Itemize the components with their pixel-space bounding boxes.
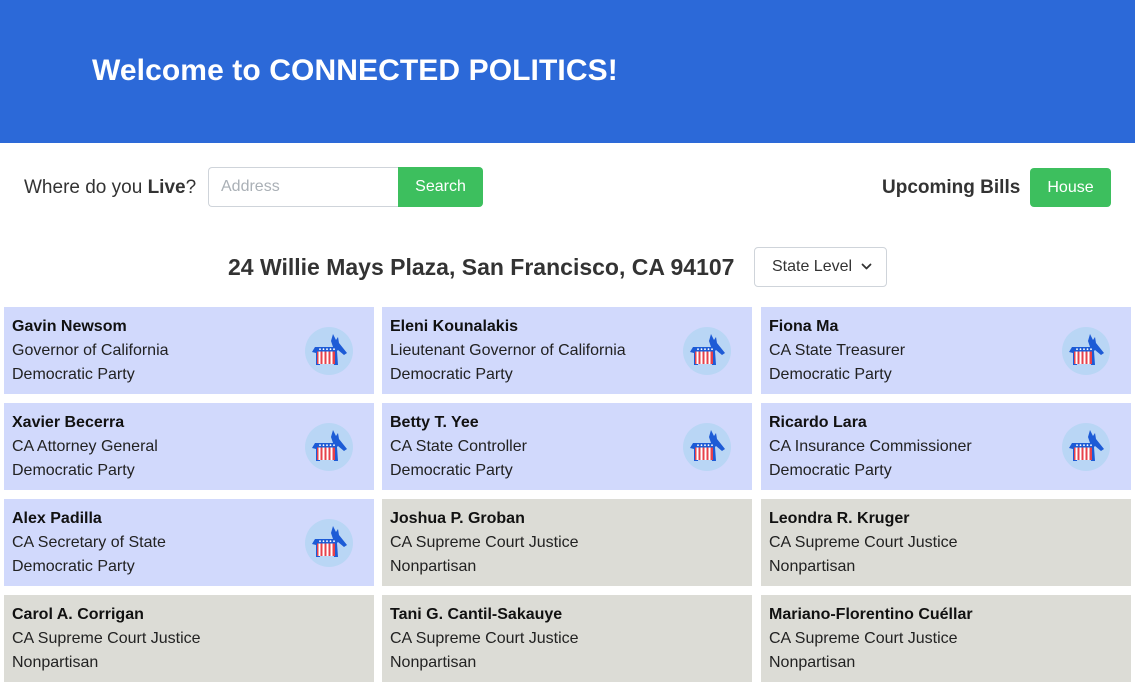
address-input[interactable] <box>208 167 399 207</box>
democratic-donkey-icon <box>1062 423 1110 471</box>
official-card[interactable]: Xavier Becerra CA Attorney General Democra… <box>4 403 374 490</box>
official-name: Fiona Ma <box>769 318 839 335</box>
search-button[interactable]: Search <box>398 167 483 207</box>
official-name: Gavin Newsom <box>12 318 127 335</box>
address-prompt-bold: Live <box>147 177 186 198</box>
official-office: Lieutenant Governor of California <box>390 342 626 359</box>
official-name: Leondra R. Kruger <box>769 510 910 527</box>
official-party: Nonpartisan <box>390 654 477 671</box>
official-name: Ricardo Lara <box>769 414 867 431</box>
official-name: Carol A. Corrigan <box>12 606 144 623</box>
official-party: Democratic Party <box>12 366 135 383</box>
official-card[interactable]: Tani G. Cantil-Sakauye CA Supreme Court J… <box>382 595 752 682</box>
level-select[interactable]: State Level <box>754 247 887 287</box>
official-card[interactable]: Leondra R. Kruger CA Supreme Court Justic… <box>761 499 1131 586</box>
upcoming-bills-label: Upcoming Bills <box>882 177 1021 198</box>
official-party: Democratic Party <box>769 462 892 479</box>
official-name: Alex Padilla <box>12 510 102 527</box>
chevron-down-icon <box>861 263 872 270</box>
official-name: Betty T. Yee <box>390 414 479 431</box>
address-prompt-label: Where do you Live? <box>24 177 196 199</box>
official-party: Democratic Party <box>769 366 892 383</box>
official-name: Mariano-Florentino Cuéllar <box>769 606 973 623</box>
official-party: Nonpartisan <box>769 654 856 671</box>
official-name: Eleni Kounalakis <box>390 318 519 335</box>
official-party: Democratic Party <box>12 558 135 575</box>
official-party: Democratic Party <box>390 462 513 479</box>
official-name: Joshua P. Groban <box>390 510 525 527</box>
official-office: CA State Controller <box>390 438 527 455</box>
official-party: Democratic Party <box>390 366 513 383</box>
official-office: CA Supreme Court Justice <box>769 534 958 551</box>
democratic-donkey-icon <box>683 327 731 375</box>
address-prompt-suffix: ? <box>185 177 197 198</box>
current-address: 24 Willie Mays Plaza, San Francisco, CA … <box>228 254 735 280</box>
official-office: CA Supreme Court Justice <box>12 630 201 647</box>
level-select-value: State Level <box>772 258 853 275</box>
official-card[interactable]: Betty T. Yee CA State Controller Democrati… <box>382 403 752 490</box>
official-party: Nonpartisan <box>390 558 477 575</box>
official-office: CA Supreme Court Justice <box>390 534 579 551</box>
democratic-donkey-icon <box>683 423 731 471</box>
official-office: CA Supreme Court Justice <box>769 630 958 647</box>
democratic-donkey-icon <box>305 519 353 567</box>
official-office: CA Insurance Commissioner <box>769 438 972 455</box>
official-card[interactable]: Gavin Newsom Governor of California Democr… <box>4 307 374 394</box>
official-name: Tani G. Cantil-Sakauye <box>390 606 563 623</box>
official-office: Governor of California <box>12 342 169 359</box>
page-header: Welcome to CONNECTED POLITICS! <box>0 0 1135 143</box>
official-card[interactable]: Eleni Kounalakis Lieutenant Governor of C… <box>382 307 752 394</box>
house-button[interactable]: House <box>1030 168 1111 207</box>
official-card[interactable]: Mariano-Florentino Cuéllar CA Supreme Cou… <box>761 595 1131 682</box>
official-card[interactable]: Fiona Ma CA State Treasurer Democratic Par… <box>761 307 1131 394</box>
official-card[interactable]: Ricardo Lara CA Insurance Commissioner Dem… <box>761 403 1131 490</box>
page-title: Welcome to CONNECTED POLITICS! <box>92 54 618 87</box>
democratic-donkey-icon <box>305 327 353 375</box>
official-card[interactable]: Alex Padilla CA Secretary of State Democra… <box>4 499 374 586</box>
democratic-donkey-icon <box>305 423 353 471</box>
official-party: Nonpartisan <box>769 558 856 575</box>
official-name: Xavier Becerra <box>12 414 125 431</box>
official-card[interactable]: Joshua P. Groban CA Supreme Court Justice… <box>382 499 752 586</box>
democratic-donkey-icon <box>1062 327 1110 375</box>
official-card[interactable]: Carol A. Corrigan CA Supreme Court Justic… <box>4 595 374 682</box>
official-office: CA Attorney General <box>12 438 158 455</box>
official-office: CA Secretary of State <box>12 534 166 551</box>
official-party: Nonpartisan <box>12 654 99 671</box>
official-party: Democratic Party <box>12 462 135 479</box>
official-office: CA State Treasurer <box>769 342 906 359</box>
address-prompt-prefix: Where do you <box>24 177 148 198</box>
official-office: CA Supreme Court Justice <box>390 630 579 647</box>
